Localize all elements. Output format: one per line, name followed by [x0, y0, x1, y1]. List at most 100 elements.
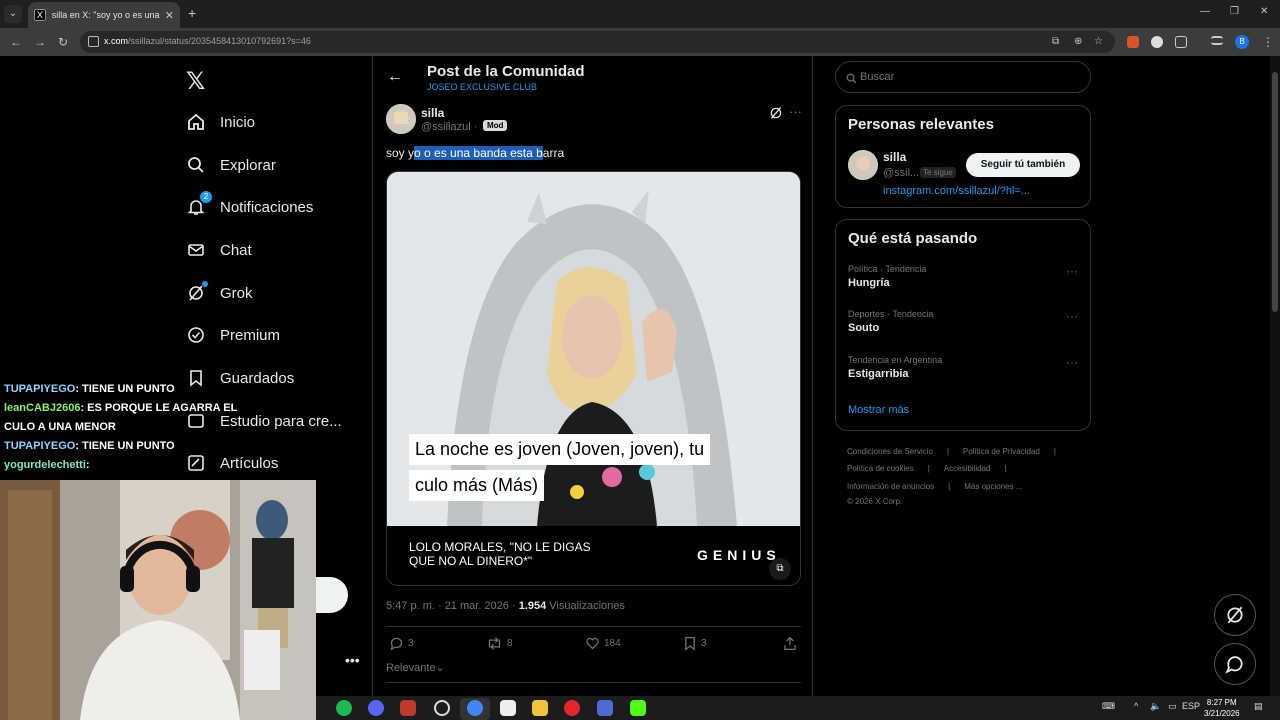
- cookies-link[interactable]: Política de cookies: [847, 464, 914, 473]
- trend-item[interactable]: Tendencia en Argentina Estigarribia: [848, 355, 942, 380]
- install-icon[interactable]: ⧉: [1052, 36, 1059, 47]
- relevant-person-avatar[interactable]: [848, 150, 878, 180]
- repost-button[interactable]: 8: [486, 636, 513, 651]
- volume-icon[interactable]: 🔈: [1150, 701, 1161, 712]
- extension-icon[interactable]: [1151, 36, 1163, 48]
- nav-premium[interactable]: Premium: [186, 320, 280, 350]
- capcut-icon[interactable]: [500, 700, 516, 716]
- grok-icon: [1227, 606, 1243, 624]
- voicemeeter-icon[interactable]: [400, 700, 416, 716]
- nav-home[interactable]: Inicio: [186, 107, 255, 137]
- terms-link[interactable]: Condiciones de Servicio: [847, 447, 933, 456]
- taskbar-clock[interactable]: 8:27 PM 3/21/2026: [1204, 697, 1240, 719]
- browser-menu-icon[interactable]: ⋮: [1262, 35, 1274, 49]
- footer-row: Información de anuncios | Más opciones ...: [847, 482, 1037, 491]
- minimize-icon[interactable]: —: [1200, 6, 1210, 17]
- file-explorer-icon[interactable]: [532, 700, 548, 716]
- footer-sep: |: [1004, 464, 1007, 473]
- trend-more-icon[interactable]: ···: [1066, 264, 1078, 278]
- author-name[interactable]: silla: [421, 106, 444, 120]
- privacy-link[interactable]: Política de Privacidad: [963, 447, 1040, 456]
- trend-more-icon[interactable]: ···: [1066, 309, 1078, 323]
- url-field[interactable]: x.com/ssillazul/status/20354584130107926…: [80, 31, 1115, 53]
- discord-icon[interactable]: [368, 700, 384, 716]
- ads-info-link[interactable]: Información de anuncios: [847, 482, 934, 491]
- post-button[interactable]: [316, 577, 348, 613]
- back-arrow-icon[interactable]: ←: [387, 68, 403, 86]
- more-options-icon[interactable]: ···: [789, 104, 802, 119]
- app-icon[interactable]: [597, 700, 613, 716]
- page-scrollbar[interactable]: [1270, 56, 1280, 696]
- profile-avatar[interactable]: B: [1235, 35, 1249, 49]
- new-tab-icon[interactable]: +: [188, 5, 196, 21]
- more-options-link[interactable]: Más opciones ...: [964, 482, 1022, 491]
- trend-name: Estigarribia: [848, 368, 909, 380]
- relevant-people-card: Personas relevantes silla @ssil... Te si…: [835, 105, 1091, 208]
- nav-grok[interactable]: Grok: [186, 278, 253, 308]
- author-handle[interactable]: @ssillazul ·: [421, 121, 477, 133]
- kick-icon[interactable]: [630, 700, 646, 716]
- tab-search-icon[interactable]: ⌄: [4, 5, 22, 23]
- spotify-icon[interactable]: [336, 700, 352, 716]
- community-link[interactable]: JOSEO EXCLUSIVE CLUB: [427, 82, 537, 92]
- nav-chat[interactable]: Chat: [186, 235, 252, 265]
- tab-close-icon[interactable]: ✕: [165, 9, 174, 22]
- post-meta: 5:47 p. m. · 21 mar. 2026 · 1.954 Visual…: [386, 600, 625, 612]
- chrome-icon[interactable]: [467, 700, 483, 716]
- opera-icon[interactable]: [564, 700, 580, 716]
- nav-explore[interactable]: Explorar: [186, 150, 276, 180]
- grok-explain-icon[interactable]: [769, 106, 783, 125]
- notification-center-icon[interactable]: ▤: [1254, 701, 1263, 712]
- relevant-person-handle[interactable]: @ssil...: [883, 167, 919, 179]
- restore-icon[interactable]: ❐: [1230, 6, 1239, 17]
- trend-category: Deportes · Tendencia: [848, 309, 934, 319]
- stream-chat-overlay: TUPAPIYEGO: TIENE UN PUNTO leanCABJ2606:…: [4, 380, 266, 475]
- lyric-line: culo más (Más): [409, 470, 545, 501]
- close-window-icon[interactable]: ✕: [1260, 6, 1268, 17]
- search-input[interactable]: Buscar: [835, 61, 1091, 93]
- reload-icon[interactable]: ↻: [58, 35, 68, 49]
- reading-list-icon[interactable]: [1211, 36, 1223, 45]
- share-button[interactable]: [783, 636, 801, 651]
- trend-item[interactable]: Política · Tendencia Hungría: [848, 264, 926, 289]
- footer-sep: |: [948, 482, 951, 491]
- browser-tab[interactable]: X silla en X: "soy yo o es una banda ✕: [28, 2, 180, 28]
- accessibility-link[interactable]: Accesibilidad: [944, 464, 991, 473]
- tray-chevron-icon[interactable]: ^: [1134, 701, 1138, 711]
- x-logo[interactable]: 𝕏: [186, 67, 205, 96]
- back-icon[interactable]: ←: [10, 35, 22, 49]
- chevron-down-icon: ⌄: [435, 662, 445, 674]
- obs-icon[interactable]: [434, 700, 450, 716]
- trends-title: Qué está pasando: [848, 230, 978, 247]
- extension-fox-icon[interactable]: [1127, 36, 1139, 48]
- trend-item[interactable]: Deportes · Tendencia Souto: [848, 309, 933, 334]
- show-more-link[interactable]: Mostrar más: [848, 404, 909, 416]
- zoom-icon[interactable]: ⊕: [1074, 36, 1082, 47]
- sort-replies-dropdown[interactable]: Relevante⌄: [386, 661, 445, 674]
- reply-button[interactable]: 3: [389, 636, 414, 651]
- messages-fab[interactable]: [1214, 643, 1256, 685]
- language-indicator[interactable]: ESP: [1182, 701, 1200, 711]
- forward-icon[interactable]: →: [34, 35, 46, 49]
- grok-fab[interactable]: [1214, 594, 1256, 636]
- keyboard-icon[interactable]: ⌨: [1102, 701, 1115, 712]
- trend-more-icon[interactable]: ···: [1066, 355, 1078, 369]
- bookmark-star-icon[interactable]: ☆: [1094, 36, 1103, 47]
- footer-sep: |: [927, 464, 930, 473]
- bookmark-button[interactable]: 3: [683, 636, 707, 651]
- relevant-person-name[interactable]: silla: [883, 150, 906, 164]
- site-info-icon[interactable]: [88, 36, 99, 47]
- author-avatar[interactable]: [386, 104, 416, 134]
- follow-back-button[interactable]: Seguir tú también: [966, 153, 1080, 177]
- post-media[interactable]: La noche es joven (Joven, joven), tu cul…: [386, 171, 801, 586]
- scroll-thumb[interactable]: [1272, 72, 1278, 312]
- like-button[interactable]: 184: [585, 636, 621, 651]
- extensions-puzzle-icon[interactable]: [1175, 36, 1187, 48]
- relevant-person-link[interactable]: instagram.com/ssillazul/?hl=...: [883, 185, 1030, 197]
- network-icon[interactable]: ▭: [1168, 701, 1177, 712]
- selected-text: o o es una banda esta b: [414, 146, 543, 160]
- account-menu-icon[interactable]: •••: [345, 652, 360, 668]
- media-tag-icon[interactable]: ⧉: [769, 558, 791, 580]
- webcam-image: [0, 480, 316, 720]
- nav-notifications[interactable]: 2 Notificaciones: [186, 191, 313, 222]
